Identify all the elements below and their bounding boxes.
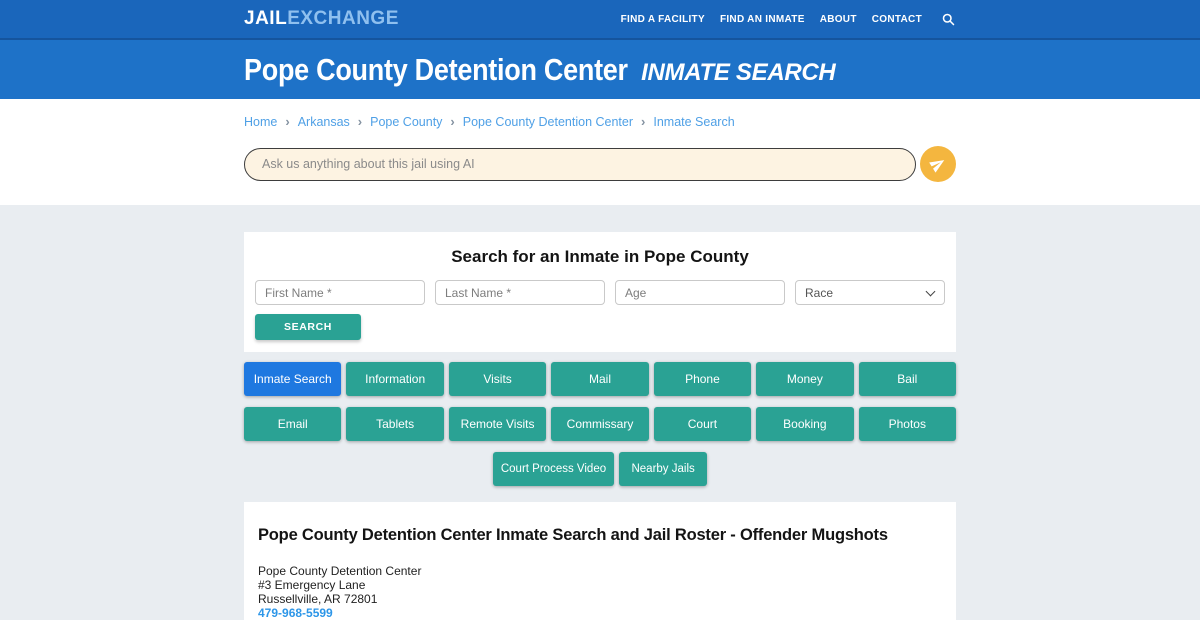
tab-inmate-search[interactable]: Inmate Search xyxy=(244,362,341,396)
info-heading: Pope County Detention Center Inmate Sear… xyxy=(258,526,942,545)
search-form: Race xyxy=(255,280,945,305)
tab-court[interactable]: Court xyxy=(654,407,751,441)
main-nav: FIND A FACILITY FIND AN INMATE ABOUT CON… xyxy=(621,12,956,27)
logo-exchange-text: EXCHANGE xyxy=(287,8,399,29)
paper-plane-icon xyxy=(927,153,949,175)
ai-send-button[interactable] xyxy=(920,146,956,182)
tab-remote-visits[interactable]: Remote Visits xyxy=(449,407,546,441)
nav-find-an-inmate[interactable]: FIND AN INMATE xyxy=(720,14,805,25)
tab-photos[interactable]: Photos xyxy=(859,407,956,441)
tab-visits[interactable]: Visits xyxy=(449,362,546,396)
page-banner: Pope County Detention Center INMATE SEAR… xyxy=(0,38,1200,99)
tab-money[interactable]: Money xyxy=(756,362,853,396)
nav-contact[interactable]: CONTACT xyxy=(872,14,922,25)
site-logo[interactable]: JAILEXCHANGE xyxy=(244,8,399,30)
race-select[interactable]: Race xyxy=(795,280,945,305)
tab-nearby-jails[interactable]: Nearby Jails xyxy=(619,452,707,486)
age-field[interactable] xyxy=(615,280,785,305)
tab-commissary[interactable]: Commissary xyxy=(551,407,648,441)
chevron-right-icon xyxy=(641,114,645,129)
tab-court-process-video[interactable]: Court Process Video xyxy=(493,452,614,486)
last-name-field[interactable] xyxy=(435,280,605,305)
breadcrumb-county[interactable]: Pope County xyxy=(370,115,442,129)
facility-info-card: Pope County Detention Center Inmate Sear… xyxy=(244,502,956,620)
search-button[interactable]: SEARCH xyxy=(255,314,361,340)
nav-about[interactable]: ABOUT xyxy=(820,14,857,25)
tab-email[interactable]: Email xyxy=(244,407,341,441)
breadcrumb-facility[interactable]: Pope County Detention Center xyxy=(463,115,633,129)
search-card-title: Search for an Inmate in Pope County xyxy=(255,247,945,267)
tab-bail[interactable]: Bail xyxy=(859,362,956,396)
breadcrumb: Home Arkansas Pope County Pope County De… xyxy=(244,99,956,129)
search-icon[interactable] xyxy=(941,12,956,27)
page-title-row: Pope County Detention Center INMATE SEAR… xyxy=(244,52,956,88)
address-line-street: #3 Emergency Lane xyxy=(258,579,942,593)
chevron-right-icon xyxy=(285,114,289,129)
ai-search-input[interactable] xyxy=(244,148,916,181)
facility-address: Pope County Detention Center #3 Emergenc… xyxy=(258,565,942,620)
tab-booking[interactable]: Booking xyxy=(756,407,853,441)
nav-find-a-facility[interactable]: FIND A FACILITY xyxy=(621,14,705,25)
page-subtitle: INMATE SEARCH xyxy=(641,59,835,87)
inmate-search-card: Search for an Inmate in Pope County Race… xyxy=(244,232,956,352)
main-content: Search for an Inmate in Pope County Race… xyxy=(0,205,1200,620)
breadcrumb-ai-section: Home Arkansas Pope County Pope County De… xyxy=(0,99,1200,205)
breadcrumb-home[interactable]: Home xyxy=(244,115,277,129)
tab-tablets[interactable]: Tablets xyxy=(346,407,443,441)
logo-jail-text: JAIL xyxy=(244,8,287,29)
top-bar: JAILEXCHANGE FIND A FACILITY FIND AN INM… xyxy=(0,0,1200,38)
chevron-right-icon xyxy=(450,114,454,129)
first-name-field[interactable] xyxy=(255,280,425,305)
chevron-right-icon xyxy=(358,114,362,129)
address-line-name: Pope County Detention Center xyxy=(258,565,942,579)
breadcrumb-state[interactable]: Arkansas xyxy=(298,115,350,129)
ai-search-bar xyxy=(244,146,956,182)
address-line-city: Russellville, AR 72801 xyxy=(258,593,942,607)
facility-phone-link[interactable]: 479-968-5599 xyxy=(258,607,333,620)
breadcrumb-inmate-search[interactable]: Inmate Search xyxy=(653,115,734,129)
quick-links-grid: Inmate Search Information Visits Mail Ph… xyxy=(244,362,956,441)
quick-links-bottom-row: Court Process Video Nearby Jails xyxy=(244,452,956,486)
tab-phone[interactable]: Phone xyxy=(654,362,751,396)
tab-information[interactable]: Information xyxy=(346,362,443,396)
tab-mail[interactable]: Mail xyxy=(551,362,648,396)
page-title: Pope County Detention Center xyxy=(244,52,628,88)
